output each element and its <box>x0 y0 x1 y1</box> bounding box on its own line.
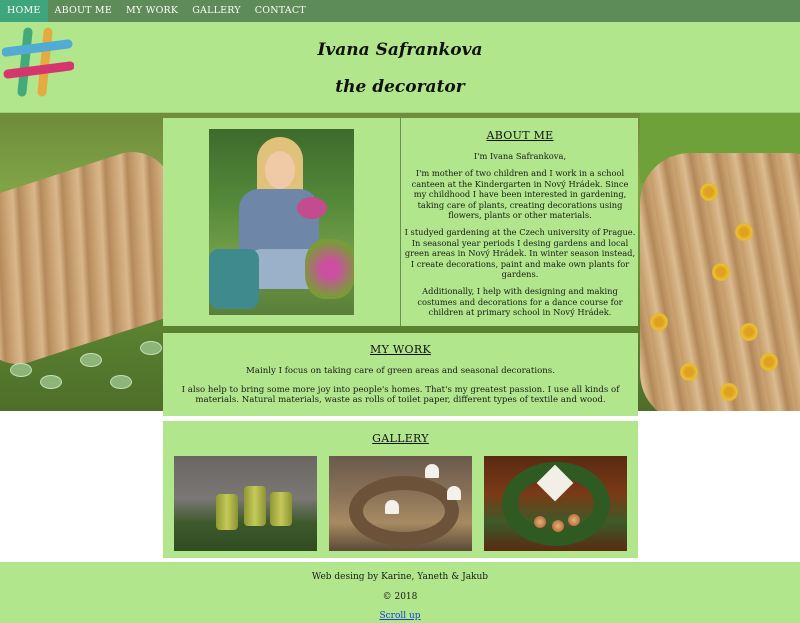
my-work-paragraph: I also help to bring some more joy into … <box>181 384 620 406</box>
gallery-section: GALLERY <box>163 421 638 558</box>
about-me-section: ABOUT ME I'm Ivana Safrankova, I'm mothe… <box>163 118 638 326</box>
scroll-up-link[interactable]: Scroll up <box>379 611 420 621</box>
about-paragraph: Additionally, I help with designing and … <box>417 286 623 318</box>
nav-my-work[interactable]: MY WORK <box>119 0 185 22</box>
nav-contact[interactable]: CONTACT <box>248 0 313 22</box>
gallery-image-candles[interactable] <box>174 456 317 551</box>
about-paragraph: I'm mother of two children and I work in… <box>411 168 629 221</box>
about-greeting: I'm Ivana Safrankova, <box>473 151 567 161</box>
about-text-cell: ABOUT ME I'm Ivana Safrankova, I'm mothe… <box>402 118 638 326</box>
gardener-portrait-photo <box>209 129 354 315</box>
nav-about-me[interactable]: ABOUT ME <box>48 0 119 22</box>
site-owner-name: Ivana Safrankova <box>317 40 483 60</box>
site-footer: Web desing by Karine, Yaneth & Jakub © 2… <box>0 562 800 623</box>
nav-home[interactable]: HOME <box>0 0 48 22</box>
site-header: Ivana Safrankova the decorator <box>0 22 800 113</box>
my-work-heading: MY WORK <box>370 343 431 356</box>
nav-gallery[interactable]: GALLERY <box>185 0 248 22</box>
about-paragraph: I studyed gardening at the Czech univers… <box>404 227 636 280</box>
about-photo-cell <box>163 118 401 326</box>
about-me-heading: ABOUT ME <box>486 129 554 142</box>
gallery-heading: GALLERY <box>372 432 429 445</box>
gallery-image-advent-wreath[interactable] <box>484 456 627 551</box>
my-work-section: MY WORK Mainly I focus on taking care of… <box>163 333 638 416</box>
site-tagline: the decorator <box>335 77 465 97</box>
footer-credit: Web desing by Karine, Yaneth & Jakub <box>311 572 489 582</box>
footer-copyright: © 2018 <box>382 592 418 602</box>
gallery-image-wreath[interactable] <box>329 456 472 551</box>
top-nav: HOME ABOUT ME MY WORK GALLERY CONTACT <box>0 0 800 22</box>
my-work-paragraph: Mainly I focus on taking care of green a… <box>246 366 555 376</box>
